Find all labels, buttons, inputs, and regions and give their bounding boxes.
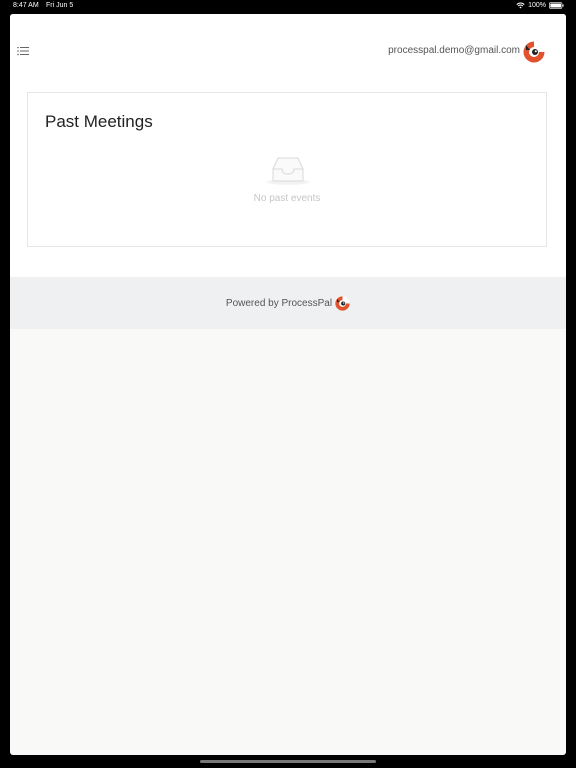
status-time: 8:47 AM (13, 2, 39, 9)
list-icon[interactable] (17, 46, 29, 56)
user-email[interactable]: processpal.demo@gmail.com (388, 45, 520, 56)
footer-text: Powered by ProcessPal (225, 297, 333, 309)
battery-icon (549, 2, 564, 9)
home-indicator[interactable] (200, 760, 376, 763)
status-date: Fri Jun 5 (46, 2, 74, 9)
footer: Powered by ProcessPal (10, 277, 566, 329)
status-bar: 8:47 AM Fri Jun 5 100% (0, 0, 576, 13)
battery-percent: 100% (528, 2, 546, 9)
card-title: Past Meetings (45, 112, 153, 131)
wifi-icon (516, 2, 525, 9)
empty-inbox-icon (267, 157, 309, 185)
app-header: processpal.demo@gmail.com (10, 14, 566, 92)
empty-state-text: No past events (253, 193, 321, 204)
processpal-logo-icon (335, 295, 350, 311)
app-screen: processpal.demo@gmail.com Past Meetings … (10, 14, 566, 755)
status-indicators: 100% (516, 2, 564, 9)
processpal-logo-icon[interactable] (523, 41, 545, 63)
past-meetings-card: Past Meetings No past events (27, 92, 547, 247)
main-content: Past Meetings No past events (10, 92, 566, 277)
